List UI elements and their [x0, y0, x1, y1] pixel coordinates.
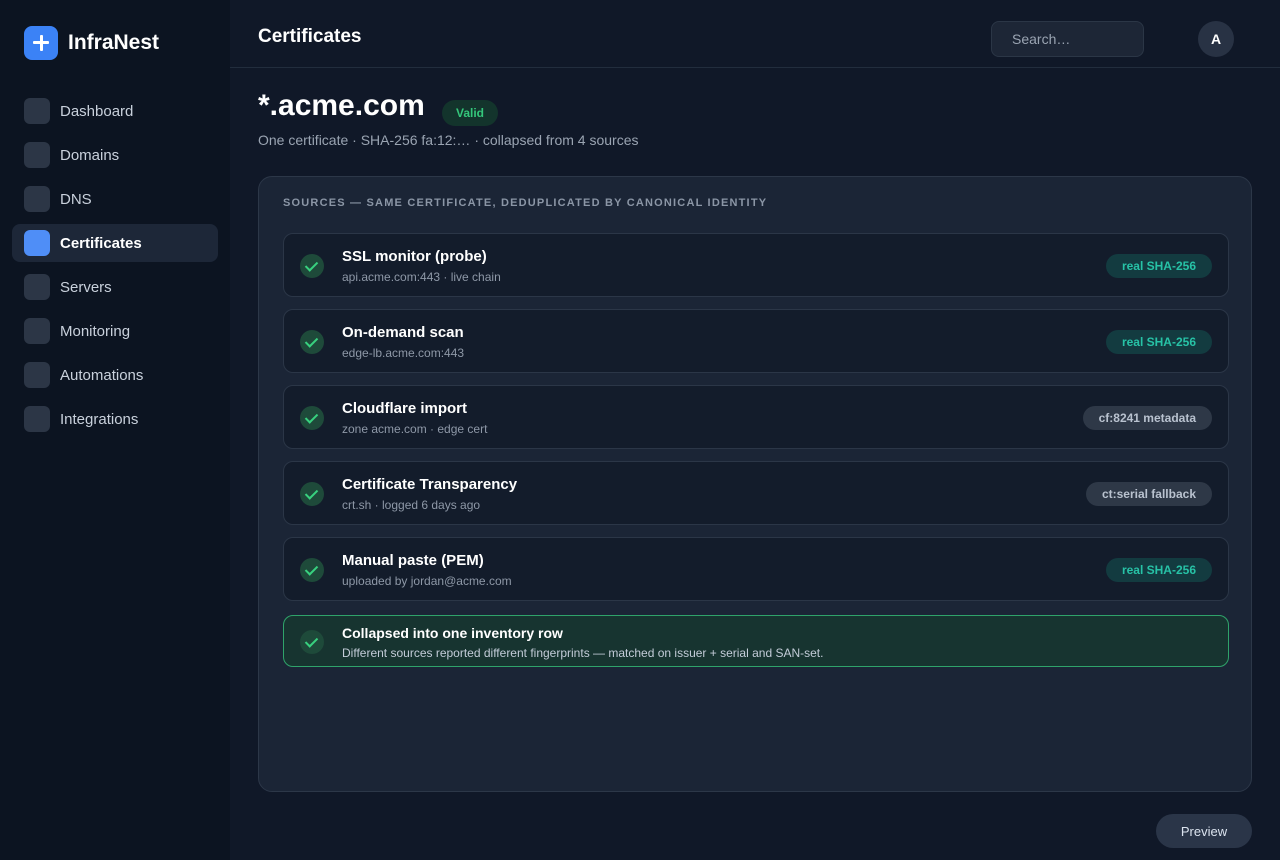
list-item[interactable]: Cloudflare import zone acme.com · edge c… — [283, 385, 1229, 449]
sidebar-item-label: Automations — [60, 366, 144, 384]
source-detail: uploaded by jordan@acme.com — [342, 574, 512, 588]
plus-icon — [24, 26, 58, 60]
sidebar-item-label: Dashboard — [60, 102, 134, 120]
page-title: Certificates — [258, 26, 362, 47]
app-name: InfraNest — [68, 31, 160, 54]
source-name: Cloudflare import — [342, 400, 468, 417]
search-input[interactable] — [991, 21, 1144, 57]
source-name: On-demand scan — [342, 324, 464, 341]
sidebar-item-dns[interactable]: DNS — [12, 180, 218, 218]
source-detail: api.acme.com:443 · live chain — [342, 270, 501, 284]
sidebar-item-automations[interactable]: Automations — [12, 356, 218, 394]
certificates-icon — [24, 230, 50, 256]
fingerprint-badge: real SHA-256 — [1105, 254, 1212, 278]
top-bar: Certificates A — [230, 0, 1280, 68]
source-detail: crt.sh · logged 6 days ago — [342, 498, 481, 512]
list-item[interactable]: On-demand scan edge-lb.acme.com:443 real… — [283, 309, 1229, 373]
automations-icon — [24, 362, 50, 388]
sidebar-item-domains[interactable]: Domains — [12, 136, 218, 174]
preview-button[interactable]: Preview — [1156, 814, 1252, 848]
sidebar-item-servers[interactable]: Servers — [12, 268, 218, 306]
certificate-title: *.acme.com — [258, 89, 425, 122]
fingerprint-badge: cf:8241 metadata — [1082, 406, 1212, 430]
sidebar: InfraNest Dashboard Domains DNS Certific… — [0, 0, 230, 860]
summary-title: Collapsed into one inventory row — [342, 625, 563, 641]
fingerprint-badge: real SHA-256 — [1105, 558, 1212, 582]
monitoring-icon — [24, 318, 50, 344]
sidebar-item-label: DNS — [60, 190, 92, 208]
dashboard-icon — [24, 98, 50, 124]
source-name: Certificate Transparency — [342, 476, 518, 493]
sidebar-item-integrations[interactable]: Integrations — [12, 400, 218, 438]
list-item[interactable]: Certificate Transparency crt.sh · logged… — [283, 461, 1229, 525]
source-name: Manual paste (PEM) — [342, 552, 484, 569]
sidebar-item-label: Integrations — [60, 410, 139, 428]
sidebar-item-label: Servers — [60, 278, 112, 296]
brand[interactable]: InfraNest — [24, 26, 159, 60]
check-icon — [300, 630, 324, 654]
list-item[interactable]: Manual paste (PEM) uploaded by jordan@ac… — [283, 537, 1229, 601]
status-badge: Valid — [442, 100, 499, 126]
collapse-summary: Collapsed into one inventory row Differe… — [283, 615, 1229, 667]
certificate-subtitle: One certificate · SHA-256 fa:12:… · coll… — [258, 132, 639, 148]
check-icon — [300, 482, 324, 506]
check-icon — [300, 254, 324, 278]
domains-icon — [24, 142, 50, 168]
check-icon — [300, 558, 324, 582]
check-icon — [300, 406, 324, 430]
source-name: SSL monitor (probe) — [342, 248, 487, 265]
list-item[interactable]: SSL monitor (probe) api.acme.com:443 · l… — [283, 233, 1229, 297]
sidebar-nav: Dashboard Domains DNS Certificates Serve… — [12, 92, 218, 444]
sidebar-item-certificates[interactable]: Certificates — [12, 224, 218, 262]
sources-heading: SOURCES — SAME CERTIFICATE, DEDUPLICATED… — [283, 197, 768, 209]
sidebar-item-label: Monitoring — [60, 322, 131, 340]
source-detail: edge-lb.acme.com:443 — [342, 346, 465, 360]
fingerprint-badge: real SHA-256 — [1105, 330, 1212, 354]
avatar[interactable]: A — [1198, 21, 1234, 57]
source-detail: zone acme.com · edge cert — [342, 422, 488, 436]
summary-detail: Different sources reported different fin… — [342, 646, 824, 660]
dns-icon — [24, 186, 50, 212]
sources-panel: SOURCES — SAME CERTIFICATE, DEDUPLICATED… — [258, 176, 1252, 792]
check-icon — [300, 330, 324, 354]
servers-icon — [24, 274, 50, 300]
integrations-icon — [24, 406, 50, 432]
sidebar-item-label: Domains — [60, 146, 120, 164]
source-list: SSL monitor (probe) api.acme.com:443 · l… — [283, 233, 1229, 613]
sidebar-item-label: Certificates — [60, 234, 142, 252]
sidebar-item-dashboard[interactable]: Dashboard — [12, 92, 218, 130]
fingerprint-badge: ct:serial fallback — [1085, 482, 1212, 506]
sidebar-item-monitoring[interactable]: Monitoring — [12, 312, 218, 350]
